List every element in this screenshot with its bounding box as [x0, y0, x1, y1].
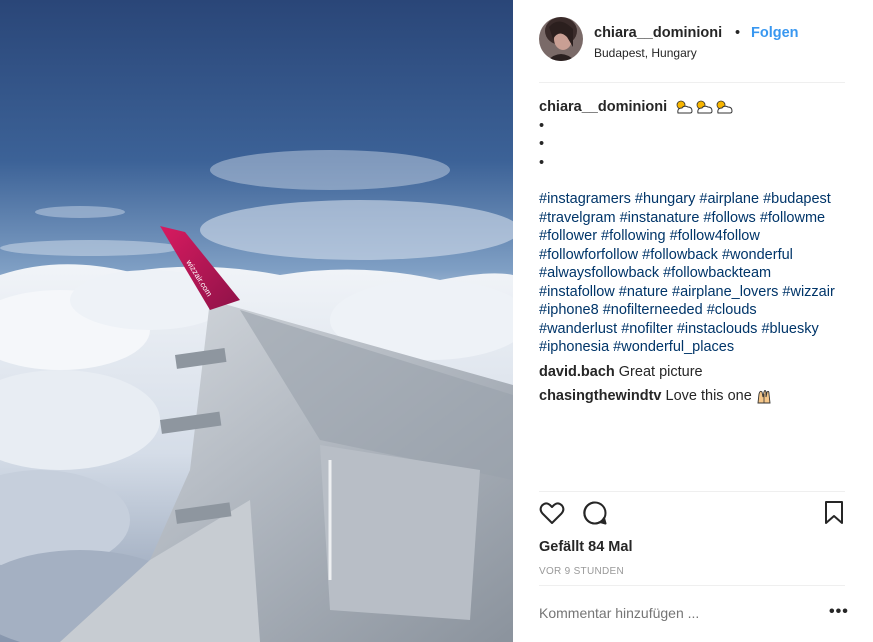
airplane-wing-photo: wizzair.com [0, 0, 513, 642]
caption-emoji-group [675, 98, 735, 117]
comment-input[interactable] [539, 605, 819, 621]
comment-bubble-icon[interactable] [582, 500, 608, 526]
caption-bullet: • [539, 154, 545, 171]
caption: chiara__dominioni • • • #instagramers #h… [539, 98, 859, 357]
heart-icon[interactable] [539, 500, 565, 526]
comment-item: chasingthewindtv Love this one [539, 387, 859, 406]
comments-section: chiara__dominioni • • • #instagramers #h… [539, 98, 859, 406]
hashtag-line[interactable]: #instafollow #nature #airplane_lovers #w… [539, 283, 859, 302]
comment-text: Great picture [618, 363, 703, 380]
header-username[interactable]: chiara__dominioni [594, 25, 722, 41]
sun-behind-cloud-icon [676, 100, 693, 114]
comment-username[interactable]: chasingthewindtv [539, 388, 661, 404]
hashtag-line[interactable]: #instagramers #hungary #airplane #budape… [539, 190, 859, 209]
hashtag-line[interactable]: #wanderlust #nofilter #instaclouds #blue… [539, 320, 859, 339]
avatar[interactable] [539, 17, 583, 61]
caption-bullet: • [539, 117, 545, 134]
like-count[interactable]: Gefällt 84 Mal [539, 539, 632, 555]
divider [539, 585, 845, 586]
hashtag-block: #instagramers #hungary #airplane #budape… [539, 190, 859, 357]
action-bar [539, 500, 845, 530]
post-timestamp: VOR 9 STUNDEN [539, 566, 625, 577]
sun-behind-cloud-icon [716, 100, 733, 114]
post-photo[interactable]: wizzair.com [0, 0, 513, 642]
bookmark-icon[interactable] [823, 500, 845, 526]
hashtag-line[interactable]: #alwaysfollowback #followbackteam [539, 264, 859, 283]
location-link[interactable]: Budapest, Hungary [594, 46, 697, 60]
comment-text: Love this one [665, 388, 752, 405]
post-side-panel: chiara__dominioni • Folgen Budapest, Hun… [513, 0, 873, 642]
hashtag-line[interactable]: #followforfollow #followback #wonderful [539, 246, 859, 265]
comment-username[interactable]: david.bach [539, 364, 615, 380]
hashtag-line[interactable]: #travelgram #instanature #follows #follo… [539, 209, 859, 228]
sun-behind-cloud-icon [696, 100, 713, 114]
caption-username[interactable]: chiara__dominioni [539, 99, 667, 115]
comment-item: david.bach Great picture [539, 363, 859, 382]
divider [539, 491, 845, 492]
hashtag-line[interactable]: #follower #following #follow4follow [539, 227, 859, 246]
header-separator: • [735, 25, 741, 41]
caption-bullet: • [539, 136, 545, 153]
hashtag-line[interactable]: #iphonesia #wonderful_places [539, 338, 859, 357]
more-options-button[interactable]: ••• [829, 603, 849, 621]
hashtag-line[interactable]: #iphone8 #nofilterneeded #clouds [539, 301, 859, 320]
post-header: chiara__dominioni • Folgen Budapest, Hun… [539, 17, 845, 83]
raising-hands-icon [757, 390, 771, 404]
follow-button[interactable]: Folgen [751, 25, 799, 41]
